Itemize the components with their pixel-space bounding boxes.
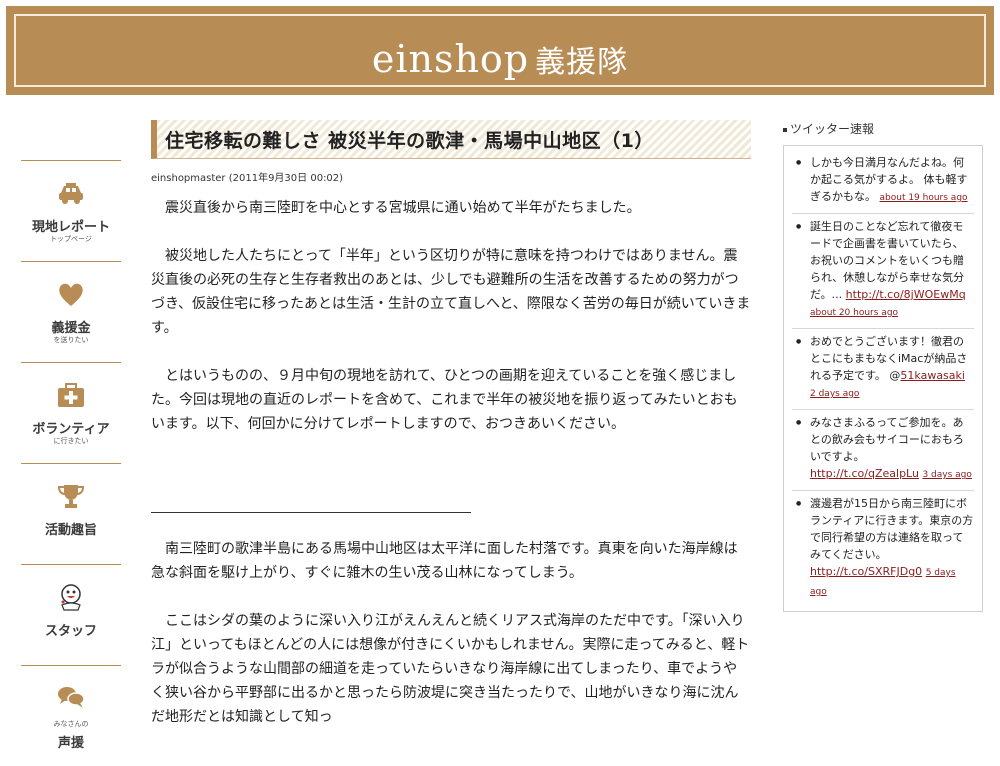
- paragraph: とはいうものの、９月中旬の現地を訪れて、ひとつの画期を迎えていることを強く感じま…: [151, 368, 738, 432]
- nav-item-report[interactable]: 現地レポート トップページ: [21, 160, 121, 261]
- chat-bubbles-icon: [58, 687, 85, 708]
- nav-label: ボランティア: [32, 422, 110, 437]
- tweet-item: 渡邊君が15日から南三陸町にボランティアに行きます。東京の方で同行希望の方は連絡…: [792, 491, 974, 607]
- nav-sub: みなさんの: [53, 720, 89, 728]
- article-body: 震災直後から南三陸町を中心とする宮城県に通い始めて半年がたちました。 被災地した…: [151, 196, 751, 729]
- nav-item-purpose[interactable]: 活動趣旨: [21, 463, 121, 564]
- nav-label: 義援金: [51, 321, 91, 336]
- tweet-text: みなさまふるってご参加を。あとの飲み会もサイコーにおもろいですよ。: [810, 416, 964, 463]
- nav-sub: トップページ: [50, 235, 92, 243]
- left-nav: 現地レポート トップページ 義援金 を送りたい ボランティア に行きたい 活動趣…: [21, 160, 121, 766]
- paragraph: 被災地した人たちにとって「半年」という区切りが特に意味を持つわけではありません。…: [151, 248, 751, 336]
- tweet-time-link[interactable]: 3 days ago: [922, 470, 971, 480]
- article-title[interactable]: 住宅移転の難しさ 被災半年の歌津・馬場中山地区（1）: [165, 126, 654, 153]
- site-title[interactable]: einshop 義援隊: [16, 36, 984, 86]
- paragraph: ここはシダの葉のように深い入り江がえんえんと続くリアス式海岸のただ中です。「深い…: [151, 613, 750, 725]
- tweet-item: おめでとうございます！徹君のとこにもまもなくiMacが納品される予定です。 @5…: [792, 329, 974, 410]
- tweet-url-link[interactable]: http://t.co/qZealpLu: [810, 467, 919, 480]
- nav-item-donation[interactable]: 義援金 を送りたい: [21, 261, 121, 362]
- car-icon: [59, 183, 83, 204]
- paragraph: 南三陸町の歌津半島にある馬場中山地区は太平洋に面した村落です。真東を向いた海岸線…: [151, 541, 738, 581]
- sidebar-heading-text: ツイッター速報: [790, 122, 875, 136]
- header-frame: einshop 義援隊: [14, 14, 986, 87]
- nav-item-staff[interactable]: スタッフ: [21, 564, 121, 665]
- tweet-list: しかも今日満月なんだよね。何か起こる気がするよ。 体も軽すぎるかもな。 abou…: [783, 145, 983, 612]
- tweet-url-link[interactable]: http://t.co/8jWOEwMq: [846, 288, 966, 301]
- article: 住宅移転の難しさ 被災半年の歌津・馬場中山地区（1） einshopmaster…: [151, 120, 751, 753]
- first-aid-icon: [58, 383, 84, 407]
- nav-item-volunteer[interactable]: ボランティア に行きたい: [21, 362, 121, 463]
- trophy-icon: [57, 485, 85, 508]
- nav-label: 現地レポート: [31, 220, 110, 235]
- paragraph: 震災直後から南三陸町を中心とする宮城県に通い始めて半年がたちました。: [165, 200, 641, 216]
- heading-bullet-icon: [783, 127, 787, 132]
- mascot-icon: [61, 584, 81, 611]
- nav-label: スタッフ: [44, 624, 97, 639]
- tweet-text: 渡邊君が15日から南三陸町にボランティアに行きます。東京の方で同行希望の方は連絡…: [810, 497, 974, 561]
- article-title-bar: 住宅移転の難しさ 被災半年の歌津・馬場中山地区（1）: [151, 120, 751, 159]
- site-title-jp[interactable]: 義援隊: [535, 45, 628, 80]
- tweet-time-link[interactable]: about 19 hours ago: [880, 193, 968, 203]
- nav-label: 活動趣旨: [44, 523, 97, 538]
- article-meta: einshopmaster (2011年9月30日 00:02): [151, 173, 344, 184]
- tweet-mention-link[interactable]: 51kawasaki: [900, 369, 965, 382]
- sidebar-heading: ツイッター速報: [783, 120, 983, 137]
- tweet-time-link[interactable]: about 20 hours ago: [810, 308, 898, 318]
- nav-sub: に行きたい: [53, 437, 89, 445]
- nav-sub: を送りたい: [53, 336, 89, 344]
- heart-icon: [59, 283, 83, 306]
- nav-label: 声援: [57, 736, 84, 751]
- tweet-url-link[interactable]: http://t.co/SXRFJDg0: [810, 565, 922, 578]
- tweet-item: しかも今日満月なんだよね。何か起こる気がするよ。 体も軽すぎるかもな。 abou…: [792, 150, 974, 214]
- tweet-item: 誕生日のことなど忘れて徹夜モードで企画書を書いていたら、お祝いのコメントをいくつ…: [792, 214, 974, 329]
- section-divider: [151, 512, 471, 513]
- nav-item-cheer[interactable]: みなさんの 声援: [21, 665, 121, 766]
- tweet-item: みなさまふるってご参加を。あとの飲み会もサイコーにおもろいですよ。 http:/…: [792, 410, 974, 491]
- tweet-time-link[interactable]: 2 days ago: [810, 389, 859, 399]
- site-header: einshop 義援隊: [6, 6, 994, 95]
- twitter-sidebar: ツイッター速報 しかも今日満月なんだよね。何か起こる気がするよ。 体も軽すぎるか…: [783, 120, 983, 612]
- site-title-latin[interactable]: einshop: [372, 37, 529, 81]
